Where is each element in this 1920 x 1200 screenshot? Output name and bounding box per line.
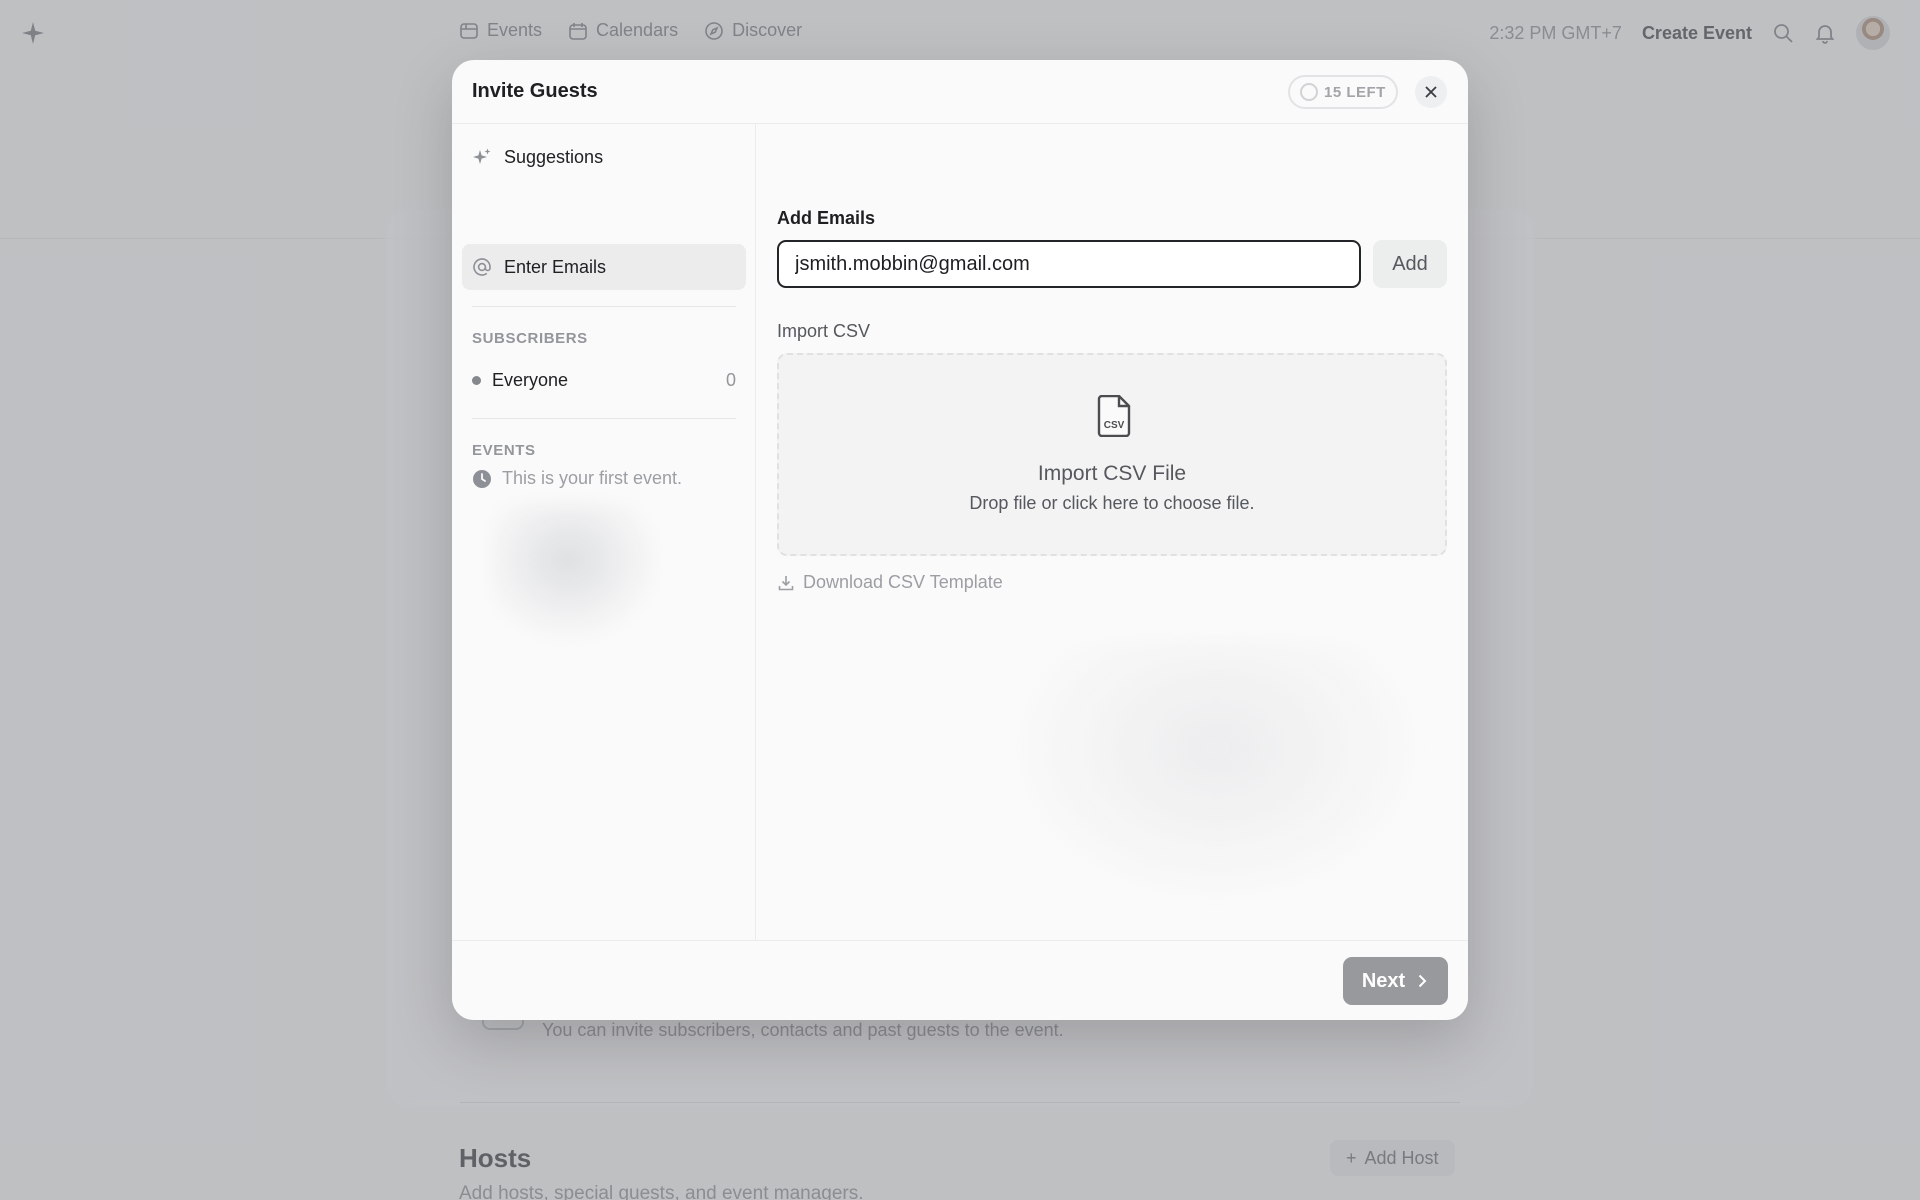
invites-left-label: 15 LEFT [1324, 83, 1386, 101]
email-input[interactable] [777, 240, 1361, 288]
blurred-background-content [492, 504, 662, 644]
subscriber-count: 0 [725, 369, 736, 390]
clock-icon [473, 469, 491, 488]
sidebar-divider [472, 418, 736, 419]
modal-title: Invite Guests [472, 80, 598, 102]
dropzone-subtitle: Drop file or click here to choose file. [969, 493, 1255, 513]
subscribers-heading: SUBSCRIBERS [472, 330, 588, 347]
events-empty-state: This is your first event. [472, 468, 682, 489]
dropzone-title: Import CSV File [1037, 462, 1187, 485]
add-emails-label: Add Emails [777, 208, 876, 228]
next-button[interactable]: Next [1343, 957, 1448, 1005]
download-csv-template-label: Download CSV Template [803, 572, 1003, 592]
sidebar-item-suggestions-label: Suggestions [504, 146, 604, 167]
add-email-button[interactable]: Add [1373, 240, 1447, 288]
invites-left-badge: 15 LEFT [1288, 75, 1398, 109]
import-csv-label: Import CSV [777, 321, 871, 341]
svg-text:CSV: CSV [1104, 420, 1125, 431]
blurred-background-content [1007, 644, 1427, 904]
download-icon [778, 575, 794, 590]
sidebar-item-enter-emails-label: Enter Emails [504, 256, 607, 277]
next-button-label: Next [1361, 969, 1406, 992]
csv-dropzone[interactable]: CSV Import CSV File Drop file or click h… [777, 353, 1447, 556]
modal-main: Add Emails Add Import CSV CSV Import CSV… [757, 124, 1468, 940]
modal-footer: Next [452, 940, 1468, 1020]
chevron-right-icon [1418, 974, 1427, 988]
sparkle-icon [473, 148, 491, 164]
subscriber-name: Everyone [492, 369, 569, 390]
sidebar-item-suggestions[interactable]: Suggestions [462, 134, 746, 180]
close-icon [1425, 86, 1437, 98]
progress-ring-icon [1300, 83, 1318, 101]
modal-sidebar: Suggestions Enter Emails SUBSCRIBERS Eve… [452, 124, 756, 940]
subscriber-list-item[interactable]: Everyone 0 [472, 366, 736, 394]
subscriber-dot-icon [472, 375, 481, 385]
at-icon [473, 258, 491, 276]
csv-file-icon: CSV [1097, 395, 1131, 437]
invite-guests-modal: Invite Guests 15 LEFT Suggestions Enter … [452, 60, 1468, 1020]
sidebar-divider [472, 306, 736, 307]
download-csv-template-link[interactable]: Download CSV Template [777, 572, 1003, 593]
events-heading: EVENTS [472, 442, 536, 459]
modal-header: Invite Guests 15 LEFT [452, 60, 1468, 124]
events-empty-text: This is your first event. [502, 468, 683, 488]
sidebar-item-enter-emails[interactable]: Enter Emails [462, 244, 746, 290]
close-button[interactable] [1415, 76, 1447, 108]
